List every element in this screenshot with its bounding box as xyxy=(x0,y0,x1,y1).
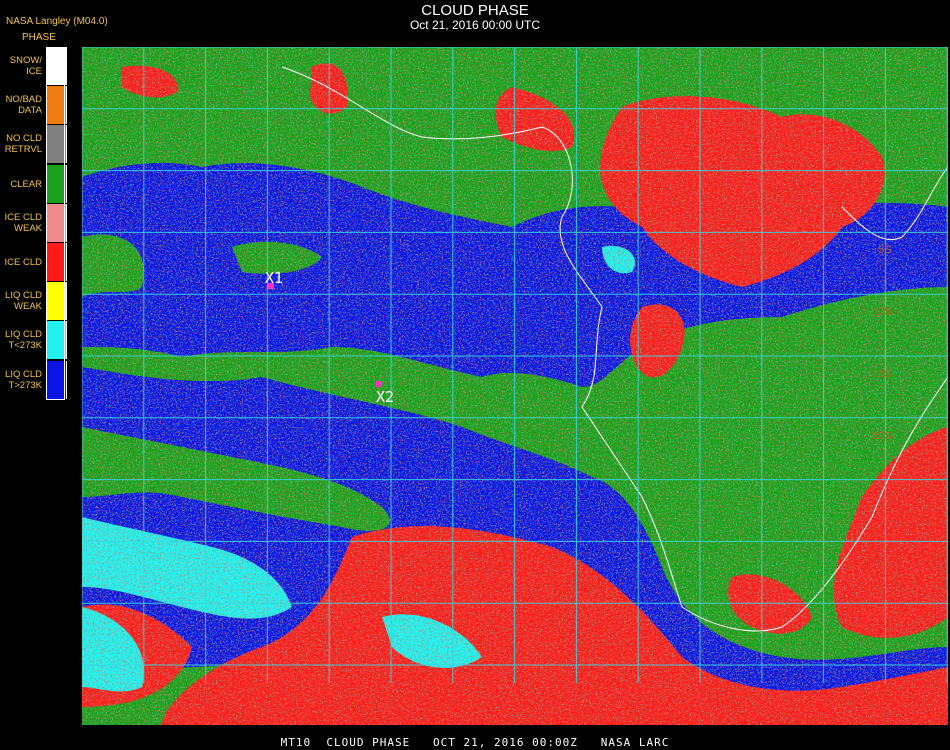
legend-swatch xyxy=(46,282,67,321)
legend-label: LIQ CLD T<273K xyxy=(5,329,42,352)
legend-item: NO CLD RETRVL xyxy=(0,125,68,164)
phase-legend: SNOW/ ICE NO/BAD DATA NO CLD RETRVL CLEAR IC… xyxy=(0,47,68,401)
legend-label: NO/BAD DATA xyxy=(5,94,42,117)
lat-label-15s: 15S xyxy=(872,368,892,380)
legend-swatch xyxy=(46,164,67,203)
legend-swatch xyxy=(46,360,67,399)
legend-swatch xyxy=(46,243,67,281)
legend-title: PHASE xyxy=(22,32,56,43)
legend-item: NO/BAD DATA xyxy=(0,86,68,125)
map-canvas[interactable]: 5S 10S 15S 20S X1 X2 xyxy=(81,46,949,725)
lat-label-10s: 10S xyxy=(872,306,892,318)
legend-swatch xyxy=(46,203,67,242)
legend-item: LIQ CLD WEAK xyxy=(0,282,68,321)
lat-label-5s: 5S xyxy=(878,244,891,256)
legend-item: ICE CLD WEAK xyxy=(0,203,68,243)
lat-label-20s: 20S xyxy=(872,430,892,442)
legend-item: ICE CLD xyxy=(0,243,68,282)
legend-label: SNOW/ ICE xyxy=(9,55,42,77)
credit-label: NASA Langley (M04.0) xyxy=(6,16,108,27)
footer-caption: MT10 CLOUD PHASE OCT 21, 2016 00:00Z NAS… xyxy=(280,736,670,749)
legend-label: LIQ CLD WEAK xyxy=(5,290,42,313)
legend-swatch xyxy=(46,47,67,85)
legend-label: CLEAR xyxy=(10,178,42,190)
legend-label: NO CLD RETRVL xyxy=(4,133,42,156)
cloud-phase-map[interactable]: 5S 10S 15S 20S X1 X2 xyxy=(81,46,949,725)
map-timestamp: Oct 21, 2016 00:00 UTC xyxy=(409,18,541,32)
legend-item: LIQ CLD T>273K xyxy=(0,360,68,400)
legend-swatch xyxy=(46,125,67,164)
marker-x2-label: X2 xyxy=(376,388,394,406)
legend-item: LIQ CLD T<273K xyxy=(0,321,68,360)
legend-swatch xyxy=(46,86,67,125)
map-title: CLOUD PHASE xyxy=(421,2,529,19)
legend-label: ICE CLD xyxy=(4,257,42,268)
legend-label: ICE CLD WEAK xyxy=(4,211,42,234)
legend-item: CLEAR xyxy=(0,164,68,204)
marker-x1-label: X1 xyxy=(265,269,283,287)
legend-item: SNOW/ ICE xyxy=(0,47,68,86)
marker-x2-point[interactable] xyxy=(376,381,382,387)
legend-label: LIQ CLD T>273K xyxy=(5,368,42,391)
legend-swatch xyxy=(46,321,67,360)
